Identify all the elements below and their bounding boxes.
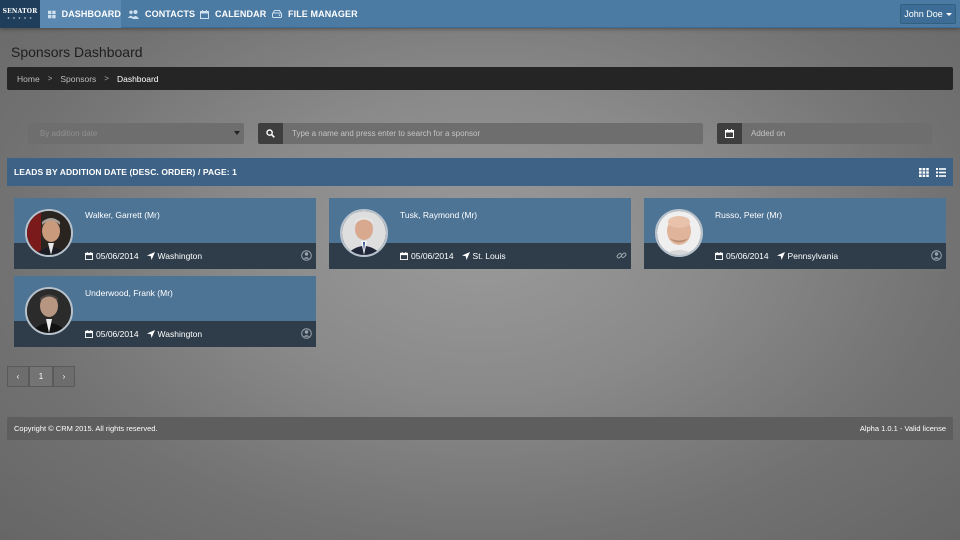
user-circle-icon[interactable] [931,250,942,261]
list-view-icon[interactable] [936,168,946,177]
search-icon [266,129,275,138]
user-circle-icon[interactable] [301,250,312,261]
leads-panel-header: LEADS BY ADDITION DATE (DESC. ORDER) / P… [7,158,953,186]
nav-dashboard[interactable]: DASHBOARD [40,0,121,28]
breadcrumb: Home > Sponsors > Dashboard [7,67,953,90]
sponsor-name: Walker, Garrett (Mr) [85,210,160,220]
sponsor-date: 05/06/2014 [411,251,454,261]
pagination-prev-button[interactable]: ‹ [7,366,29,387]
sponsor-date: 05/06/2014 [96,251,139,261]
location-arrow-icon [146,252,155,260]
sponsor-card-tusk[interactable]: Tusk, Raymond (Mr) 05/06/2014 St. Louis [329,198,631,269]
user-circle-icon[interactable] [301,328,312,339]
sponsor-meta: 05/06/2014 Pennsylvania [715,251,838,261]
nav-contacts-label: CONTACTS [145,9,196,19]
sponsor-meta: 05/06/2014 Washington [85,251,202,261]
nav-calendar[interactable]: CALENDAR [200,0,266,28]
breadcrumb-home[interactable]: Home [17,74,40,84]
pagination: ‹ 1 › [7,366,75,387]
avatar [655,209,703,257]
users-icon [128,9,139,19]
nav-file-manager[interactable]: FILE MANAGER [272,0,358,28]
sponsor-location: St. Louis [472,251,506,261]
calendar-icon [85,330,93,338]
avatar [25,287,73,335]
brand-logo[interactable]: SENATOR ★ ★ ★ ★ ★ [0,0,40,28]
top-navbar: SENATOR ★ ★ ★ ★ ★ DASHBOARD CONTACTS CAL… [0,0,960,28]
breadcrumb-sponsors[interactable]: Sponsors [60,74,96,84]
calendar-icon [85,252,93,260]
grid-view-icon[interactable] [919,168,929,177]
location-arrow-icon [461,252,470,260]
sponsor-name: Underwood, Frank (Mr) [85,288,173,298]
sort-select-value: By addition date [40,129,98,138]
user-menu-button[interactable]: John Doe [900,4,956,24]
location-arrow-icon [146,330,155,338]
dropdown-arrow-icon [234,131,240,135]
footer-copyright: Copyright © CRM 2015. All rights reserve… [14,424,158,433]
sponsor-card-russo[interactable]: Russo, Peter (Mr) 05/06/2014 Pennsylvani… [644,198,946,269]
sponsor-date: 05/06/2014 [726,251,769,261]
added-on-date-input[interactable] [742,123,932,144]
chevron-right-icon: > [104,74,109,83]
calendar-icon [725,129,734,138]
location-arrow-icon [776,252,785,260]
brand-name: SENATOR [2,8,38,15]
sponsor-meta: 05/06/2014 Washington [85,329,202,339]
sponsor-card-underwood[interactable]: Underwood, Frank (Mr) 05/06/2014 Washing… [14,276,316,347]
sponsor-name: Russo, Peter (Mr) [715,210,783,220]
sort-select[interactable]: By addition date [28,123,244,144]
brand-stars: ★ ★ ★ ★ ★ [7,16,33,20]
leads-panel-title: LEADS BY ADDITION DATE (DESC. ORDER) / P… [14,167,237,177]
sponsor-location: Washington [157,329,203,339]
pagination-page-1[interactable]: 1 [29,366,53,387]
search-addon [258,123,283,144]
sponsor-card-walker[interactable]: Walker, Garrett (Mr) 05/06/2014 Washingt… [14,198,316,269]
caret-down-icon [945,12,952,16]
avatar [25,209,73,257]
page-title: Sponsors Dashboard [11,44,143,60]
chevron-right-icon: > [47,74,53,83]
dashboard-icon [48,10,56,18]
sponsor-search-input[interactable] [283,123,703,144]
sponsor-location: Pennsylvania [787,251,839,261]
link-icon[interactable] [616,250,627,261]
sponsor-meta: 05/06/2014 St. Louis [400,251,506,261]
calendar-icon [400,252,408,260]
nav-dashboard-label: DASHBOARD [61,9,121,19]
nav-calendar-label: CALENDAR [215,9,267,19]
user-name: John Doe [904,9,943,19]
avatar [340,209,388,257]
date-addon [717,123,742,144]
calendar-icon [200,9,209,19]
breadcrumb-current: Dashboard [116,73,159,84]
page-footer: Copyright © CRM 2015. All rights reserve… [7,417,953,440]
nav-contacts[interactable]: CONTACTS [128,0,195,28]
footer-version: Alpha 1.0.1 - Valid license [859,424,946,433]
sponsor-date: 05/06/2014 [96,329,139,339]
nav-file-manager-label: FILE MANAGER [288,9,358,19]
hdd-icon [272,10,282,18]
pagination-next-button[interactable]: › [53,366,75,387]
sponsor-name: Tusk, Raymond (Mr) [400,210,478,220]
calendar-icon [715,252,723,260]
sponsor-location: Washington [157,251,203,261]
